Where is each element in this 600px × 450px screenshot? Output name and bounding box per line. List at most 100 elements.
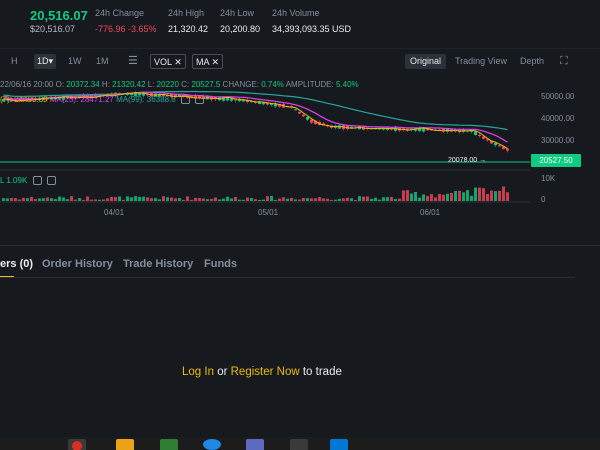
volume-bar — [398, 198, 401, 201]
volume-bar — [406, 190, 409, 201]
volume-bar — [18, 199, 21, 201]
timeframe-1m[interactable]: 1M — [93, 54, 112, 69]
last-price-tag: 20527.50 — [531, 154, 581, 167]
volume-bar — [462, 192, 465, 201]
volume-bar — [302, 197, 305, 201]
folder-icon[interactable] — [116, 439, 134, 450]
volume-bar — [354, 199, 357, 201]
volume-bar — [446, 193, 449, 201]
tab-funds[interactable]: Funds — [204, 258, 237, 270]
candle-body — [478, 134, 481, 137]
settings-icon[interactable]: ☰ — [125, 54, 141, 69]
volume-bar — [318, 197, 321, 201]
volume-bar — [138, 196, 141, 201]
edge-icon[interactable] — [203, 439, 221, 450]
view-trading-view[interactable]: Trading View — [452, 54, 510, 69]
volume-bar — [14, 198, 17, 201]
volume-bar — [422, 194, 425, 201]
stat-value: 20,200.80 — [220, 24, 261, 34]
volume-bar — [26, 198, 29, 201]
timeframe-1d[interactable]: 1D▾ — [34, 54, 57, 69]
teams-icon[interactable] — [246, 439, 264, 450]
volume-bar — [114, 197, 117, 201]
volume-bar — [6, 198, 9, 201]
x-tick: 05/01 — [258, 208, 279, 217]
volume-bar — [402, 190, 405, 201]
close-icon[interactable]: ✕ — [212, 57, 220, 67]
close-icon[interactable]: ✕ — [174, 57, 182, 67]
candle-body — [482, 136, 485, 139]
volume-bar — [334, 199, 337, 201]
register-link[interactable]: Register Now — [231, 366, 300, 378]
volume-bar — [78, 198, 81, 201]
volume-bar — [238, 199, 241, 201]
volume-bar — [494, 191, 497, 201]
app-icon-active[interactable] — [68, 439, 86, 450]
y-tick: 30000.00 — [541, 136, 575, 145]
volume-bar — [62, 197, 65, 201]
volume-bar — [214, 197, 217, 201]
volume-bar — [478, 187, 481, 201]
settings-icon[interactable] — [46, 176, 56, 186]
volume-bar — [362, 196, 365, 201]
volume-bar — [130, 197, 133, 201]
view-original[interactable]: Original — [405, 54, 447, 69]
volume-bar — [326, 198, 329, 201]
app-icon[interactable] — [290, 439, 308, 450]
volume-bar — [254, 199, 257, 201]
volume-bar — [218, 199, 221, 201]
indicator-label: VOL — [154, 57, 172, 67]
volume-bar — [126, 196, 129, 201]
volume-bar — [46, 197, 49, 201]
stat-label: 24h High — [168, 8, 205, 18]
volume-bar — [338, 198, 341, 201]
indicator-vol[interactable]: VOL ✕ — [150, 54, 186, 69]
volume-bar — [150, 198, 153, 201]
volume-bar — [426, 196, 429, 201]
tab-trade-history[interactable]: Trade History — [123, 258, 193, 270]
indicator-ma[interactable]: MA ✕ — [192, 54, 224, 69]
volume-bar — [466, 190, 469, 201]
stat-value: 34,393,093.35 USD — [272, 24, 352, 34]
tab-open-orders[interactable]: ers (0) — [0, 258, 33, 270]
low-price-tag: 20078.00 → — [448, 157, 487, 164]
eye-icon[interactable] — [32, 176, 42, 186]
volume-bar — [70, 196, 73, 201]
stat-24h-volume: 24h Volume 34,393,093.35 USD — [272, 8, 351, 34]
last-price-usd: $20,516.07 — [30, 24, 76, 34]
volume-bar — [418, 197, 421, 201]
timeframe-h[interactable]: H — [8, 54, 21, 69]
tab-order-history[interactable]: Order History — [42, 258, 113, 270]
volume-bar — [366, 196, 369, 201]
stat-label: 24h Change — [95, 8, 145, 18]
volume-bar — [106, 198, 109, 201]
view-depth[interactable]: Depth — [517, 54, 547, 69]
y-tick: 0 — [541, 195, 546, 204]
volume-bar — [90, 199, 93, 201]
volume-bar — [118, 196, 121, 201]
candle-body — [474, 131, 477, 136]
volume-bar — [146, 197, 149, 201]
volume-bar — [142, 196, 145, 201]
y-tick: 10K — [541, 174, 556, 183]
volume-bar — [98, 199, 101, 201]
volume-bar — [314, 198, 317, 201]
fullscreen-icon[interactable]: ⛶ — [557, 54, 571, 69]
volume-bar — [410, 193, 413, 201]
volume-bar — [210, 198, 213, 201]
volume-bar — [222, 198, 225, 201]
volume-bar — [94, 199, 97, 201]
app-icon[interactable] — [160, 439, 178, 450]
volume-bar — [86, 196, 89, 201]
volume-bar — [378, 199, 381, 201]
candle-body — [302, 114, 305, 117]
login-link[interactable]: Log In — [182, 366, 214, 378]
timeframe-1w[interactable]: 1W — [65, 54, 85, 69]
store-icon[interactable] — [330, 439, 348, 450]
stat-value: -776.96 -3.65% — [95, 24, 157, 34]
candle-body — [498, 145, 501, 147]
volume-bar — [42, 198, 45, 201]
price-chart[interactable]: 22/06/16 20:00 O: 20372.34 H: 21320.42 L… — [0, 74, 600, 246]
volume-bar — [430, 194, 433, 201]
volume-bar — [298, 199, 301, 201]
